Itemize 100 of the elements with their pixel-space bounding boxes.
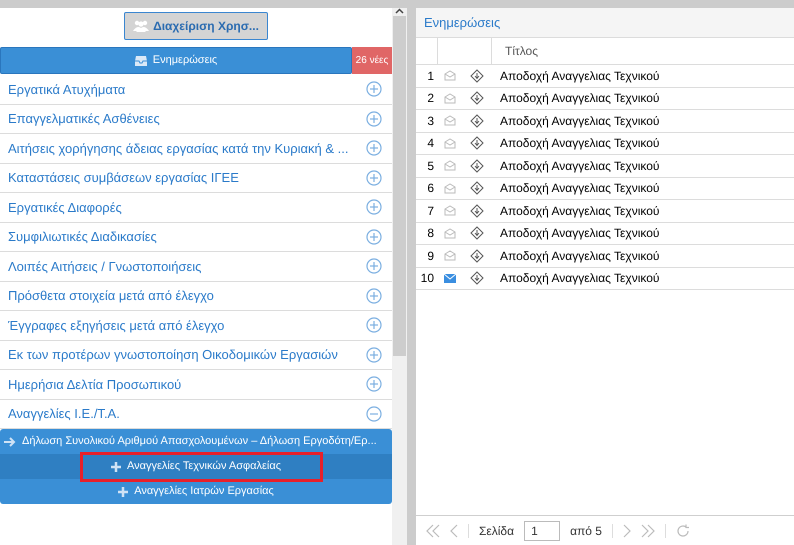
download-icon[interactable] [470,271,484,286]
category-label: Εργατικά Ατυχήματα [8,80,126,99]
download-icon[interactable] [470,181,484,196]
updates-button[interactable]: Ενημερώσεις [0,47,352,74]
table-row[interactable]: 7 Αποδοχή Αναγγελιας Τεχνικού [416,200,794,222]
table-cell-text: Αποδοχή Αναγγελιας Τεχνικού [499,112,660,130]
expand-icon[interactable] [366,346,382,363]
category-item[interactable]: Εκ των προτέρων γνωστοποίηση Οικοδομικών Εργασιών [0,340,392,370]
expand-icon[interactable] [366,81,382,98]
table-row[interactable]: 4 Αποδοχή Αναγγελιας Τεχνικού [416,132,794,155]
new-count-badge: 26 νέες [352,47,392,74]
envelope-icon [444,138,456,149]
last-page-icon[interactable] [640,524,655,538]
table-cell-text: Αποδοχή Αναγγελιας Τεχνικού [499,270,660,288]
category-label: Επαγγελματικές Ασθένειες [8,110,161,128]
collapse-icon[interactable] [366,406,382,422]
download-icon[interactable] [470,248,484,263]
download-icon[interactable] [470,91,484,106]
page-count: από 5 [570,522,602,540]
expand-icon[interactable] [366,317,382,334]
envelope-icon [444,205,456,216]
table-row[interactable]: 10 Αποδοχή Αναγγελιας Τεχνικού [416,268,794,290]
category-item[interactable]: Έγγραφες εξηγήσεις μετά από έλεγχο [0,311,392,340]
row-number: 8 [426,225,435,242]
arrow-right-icon [4,436,16,446]
submenu-item[interactable]: Αναγγελίες Ιατρών Εργασίας [0,479,392,504]
envelope-icon [444,115,456,126]
category-item[interactable]: Επαγγελματικές Ασθένειες [0,104,392,134]
category-item[interactable]: Καταστάσεις συμβάσεων εργασίας ΙΓΕΕ [0,164,392,193]
expand-icon[interactable] [366,199,382,216]
category-item[interactable]: Λοιπές Αιτήσεις / Γνωστοποιήσεις [0,252,392,282]
page-label: Σελίδα [479,522,514,540]
table-cell-text: Αποδοχή Αναγγελιας Τεχνικού [499,68,660,85]
download-icon[interactable] [470,226,484,240]
expand-icon[interactable] [366,110,382,127]
column-header[interactable]: Τίτλος [492,38,538,64]
scrollbar-thumb[interactable] [393,16,406,356]
row-number: 9 [426,248,435,265]
category-label: Εργατικές Διαφορές [8,198,123,217]
table-cell-text: Αποδοχή Αναγγελιας Τεχνικού [499,248,660,265]
submenu-item[interactable]: Αναγγελίες Τεχνικών Ασφαλείας [0,454,392,479]
table-cell-text: Αποδοχή Αναγγελιας Τεχνικού [499,225,660,242]
table-cell-text: Αποδοχή Αναγγελιας Τεχνικού [499,158,660,175]
download-icon[interactable] [470,136,484,150]
category-label: Πρόσθετα στοιχεία μετά από έλεγχο [8,287,215,305]
envelope-icon [444,182,456,194]
category-item[interactable]: Συμφιλιωτικές Διαδικασίες [0,222,392,252]
table-row[interactable]: 9 Αποδοχή Αναγγελιας Τεχνικού [416,245,794,268]
envelope-icon [444,274,456,283]
download-icon[interactable] [470,114,484,128]
category-label: Καταστάσεις συμβάσεων εργασίας ΙΓΕΕ [8,169,240,187]
expand-icon[interactable] [366,170,382,186]
scroll-up-icon[interactable] [395,8,404,14]
download-icon[interactable] [470,68,484,83]
row-number: 5 [426,158,435,175]
users-icon [133,20,150,32]
scrollbar[interactable] [392,8,407,545]
table-row[interactable]: 1 Αποδοχή Αναγγελιας Τεχνικού [416,65,794,88]
table-row[interactable]: 3 Αποδοχή Αναγγελιας Τεχνικού [416,110,794,132]
envelope-icon [444,70,456,82]
table-cell-text: Αποδοχή Αναγγελιας Τεχνικού [499,135,660,152]
expand-icon[interactable] [366,376,382,392]
category-label: Αιτήσεις χορήγησης άδειας εργασίας κατά την Κυριακή & ... [8,140,350,158]
row-number: 2 [426,90,435,108]
plus-icon [110,462,121,472]
category-label: Αναγγελίες Ι.Ε./Τ.Α. [8,405,121,423]
refresh-icon[interactable] [676,524,690,538]
category-item[interactable]: Εργατικά Ατυχήματα [0,75,392,104]
previous-page-icon[interactable] [450,524,458,538]
expand-icon[interactable] [366,140,382,156]
envelope-icon [444,92,456,104]
envelope-icon [444,250,456,262]
row-number: 3 [426,112,435,130]
page-input[interactable]: 1 [524,520,560,540]
table-row[interactable]: 6 Αποδοχή Αναγγελιας Τεχνικού [416,178,794,200]
category-label: Εκ των προτέρων γνωστοποίηση Οικοδομικών Εργασιών [8,346,339,364]
user-management-button[interactable]: Διαχείριση Χρησ... [124,12,268,40]
expand-icon[interactable] [366,288,382,304]
row-number: 7 [426,202,435,220]
category-item[interactable]: Αιτήσεις χορήγησης άδειας εργασίας κατά την Κυριακή & ... [0,134,392,164]
table-row[interactable]: 8 Αποδοχή Αναγγελιας Τεχνικού [416,222,794,245]
table-row[interactable]: 5 Αποδοχή Αναγγελιας Τεχνικού [416,155,794,178]
expand-icon[interactable] [366,258,382,274]
row-number: 1 [426,68,435,85]
table-row[interactable]: 2 Αποδοχή Αναγγελιας Τεχνικού [416,88,794,110]
download-icon[interactable] [470,158,484,173]
submenu-item[interactable]: Δήλωση Συνολικού Αριθμού Απασχολουμένων – Δήλωση Εργοδότη/Ερ... [0,429,392,454]
row-number: 4 [426,135,435,152]
row-number: 10 [420,270,435,288]
row-number: 6 [426,180,435,198]
download-icon[interactable] [470,204,484,218]
envelope-icon [444,160,456,172]
expand-icon[interactable] [366,228,382,245]
category-item[interactable]: Εργατικές Διαφορές [0,193,392,222]
category-item[interactable]: Πρόσθετα στοιχεία μετά από έλεγχο [0,282,392,311]
first-page-icon[interactable] [426,524,440,538]
table-cell-text: Αποδοχή Αναγγελιας Τεχνικού [499,90,660,108]
next-page-icon[interactable] [622,524,631,538]
category-item[interactable]: Ημερήσια Δελτία Προσωπικού [0,370,392,400]
inbox-icon [134,56,147,66]
